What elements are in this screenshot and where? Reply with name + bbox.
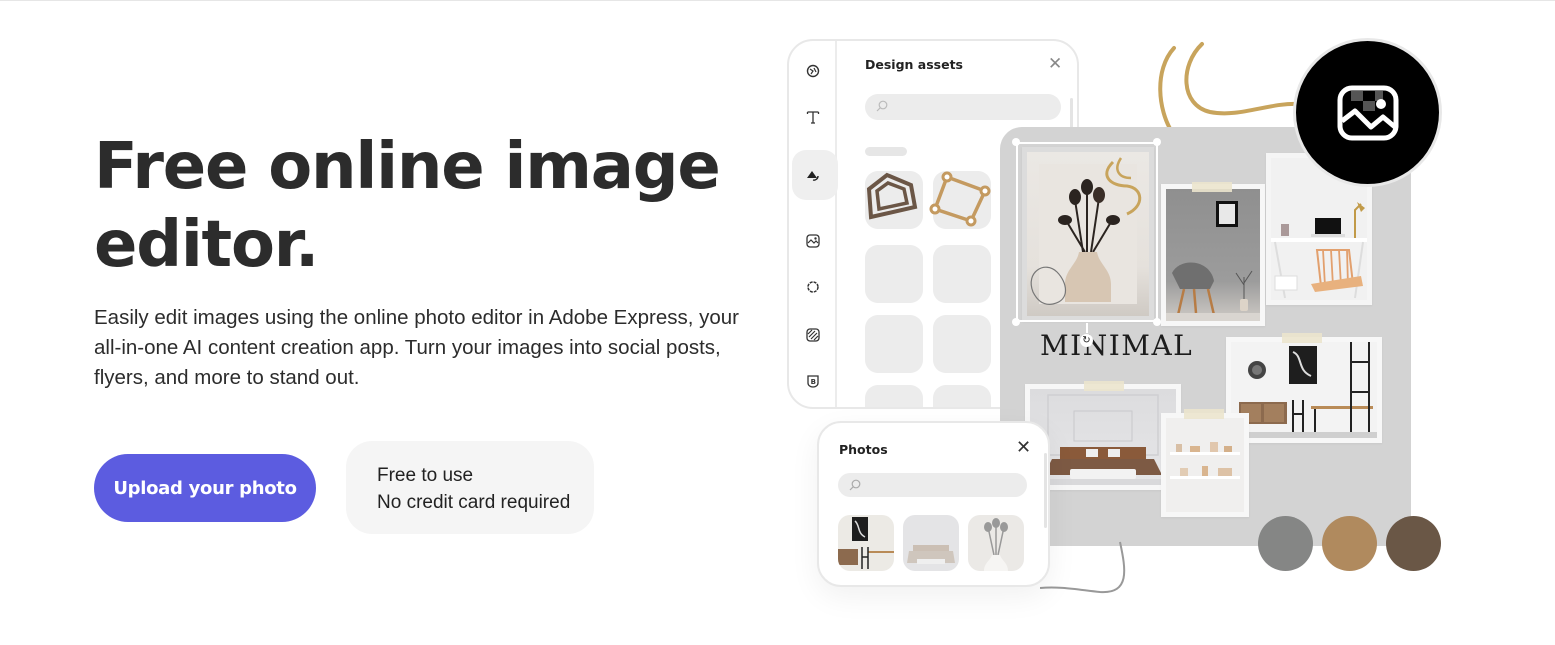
no-credit-card-text: No credit card required <box>377 492 571 513</box>
resize-handle[interactable] <box>1153 138 1161 146</box>
search-icon <box>876 100 888 112</box>
photos-panel: Photos ✕ <box>817 421 1050 587</box>
color-swatch-gray[interactable] <box>1258 516 1313 571</box>
gold-swirl-decoration <box>1158 42 1302 134</box>
search-icon <box>849 479 861 491</box>
shapes-icon[interactable] <box>802 164 824 186</box>
rotate-icon[interactable]: ↻ <box>1080 334 1093 347</box>
photos-search-input[interactable] <box>838 473 1027 497</box>
close-icon[interactable]: ✕ <box>1016 438 1031 456</box>
assets-sidebar-rail: B <box>789 41 838 407</box>
color-swatch-tan[interactable] <box>1322 516 1377 571</box>
asset-tile[interactable] <box>865 385 923 407</box>
thumbnail-bedroom[interactable] <box>903 515 959 571</box>
selection-frame[interactable] <box>1016 142 1158 322</box>
tape-decoration <box>1282 333 1322 343</box>
upload-photo-button[interactable]: Upload your photo <box>94 454 316 522</box>
text-icon[interactable] <box>802 106 824 128</box>
cable-decoration <box>1040 541 1126 594</box>
image-editor-badge <box>1293 38 1442 187</box>
asset-tile[interactable] <box>865 315 923 373</box>
asset-tile-diamond-shape[interactable] <box>929 171 991 229</box>
photos-panel-title: Photos <box>839 442 888 457</box>
hero-description: Easily edit images using the online phot… <box>94 306 739 389</box>
shelves-photo[interactable] <box>1161 413 1249 517</box>
assets-section-label-placeholder <box>865 147 907 156</box>
assets-search-input[interactable] <box>865 94 1061 120</box>
asset-tile[interactable] <box>865 245 923 303</box>
thumbnail-dining-room[interactable] <box>838 515 894 571</box>
asset-tile-house-shape[interactable] <box>865 171 923 229</box>
tape-decoration <box>1184 409 1224 419</box>
tape-decoration <box>1192 182 1232 192</box>
canvas-headline-text[interactable]: MINIMAL <box>1040 329 1193 362</box>
badge-shape-icon[interactable] <box>802 276 824 298</box>
brand-icon[interactable]: B <box>802 370 824 392</box>
dining-room-photo[interactable] <box>1226 337 1382 443</box>
resize-handle[interactable] <box>1012 318 1020 326</box>
pricing-note: Free to use No credit card required <box>346 441 594 534</box>
svg-text:B: B <box>811 378 816 386</box>
templates-icon[interactable] <box>802 60 824 82</box>
asset-tile[interactable] <box>933 315 991 373</box>
resize-handle[interactable] <box>1012 138 1020 146</box>
chair-photo[interactable] <box>1161 184 1265 326</box>
free-to-use-text: Free to use <box>377 465 474 486</box>
design-assets-title: Design assets <box>865 57 963 72</box>
page-title: Free online image editor. <box>94 130 721 282</box>
image-icon[interactable] <box>802 230 824 252</box>
close-icon[interactable]: ✕ <box>1048 55 1062 72</box>
thumbnail-vase[interactable] <box>968 515 1024 571</box>
asset-tile[interactable] <box>933 385 991 407</box>
pattern-icon[interactable] <box>802 324 824 346</box>
image-icon <box>1337 85 1398 140</box>
color-swatch-brown[interactable] <box>1386 516 1441 571</box>
resize-handle[interactable] <box>1153 318 1161 326</box>
top-divider <box>0 0 1555 1</box>
asset-tile[interactable] <box>933 245 991 303</box>
tape-decoration <box>1084 381 1124 391</box>
photos-scrollbar[interactable] <box>1044 453 1047 528</box>
